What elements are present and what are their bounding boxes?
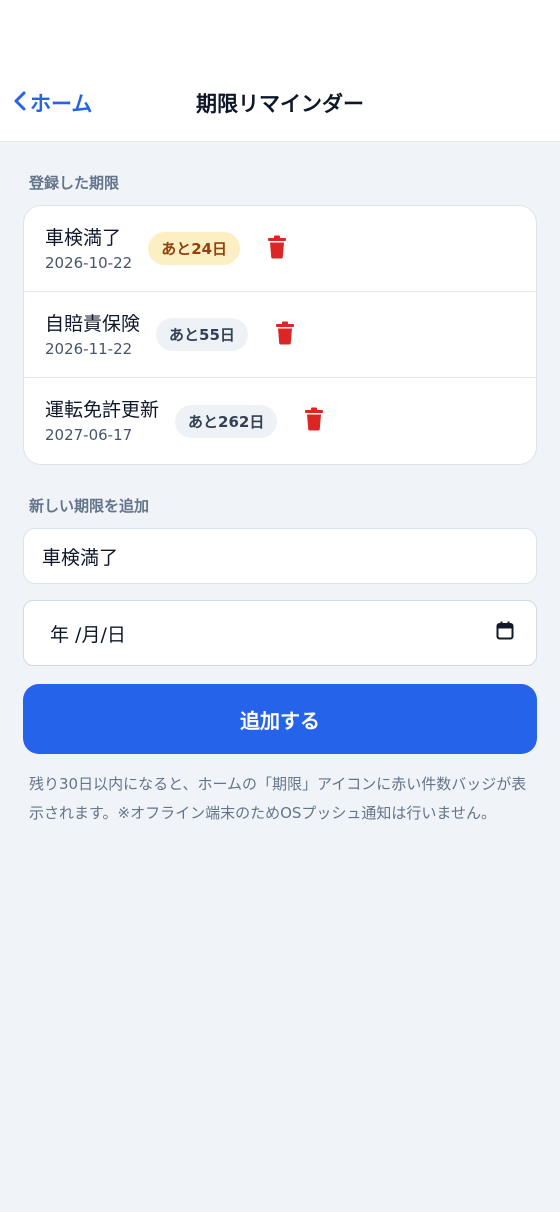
reminder-row: 自賠責保険 2026-11-22 あと55日 xyxy=(24,292,536,378)
reminder-row: 車検満了 2026-10-22 あと24日 xyxy=(24,206,536,292)
trash-icon xyxy=(275,321,295,349)
delete-button[interactable] xyxy=(264,234,290,264)
page-title: 期限リマインダー xyxy=(196,91,364,116)
reminder-list: 車検満了 2026-10-22 あと24日 自賠責保険 2026-11-22 あ… xyxy=(23,205,537,465)
date-input-placeholder: 年 /月/日 xyxy=(50,623,126,646)
status-bar-area xyxy=(0,0,560,64)
reminder-date: 2027-06-17 xyxy=(45,426,133,444)
days-left-badge: あと55日 xyxy=(156,318,248,351)
registered-section-label: 登録した期限 xyxy=(29,174,120,192)
deadline-name-input[interactable]: 車検満了 xyxy=(23,528,537,584)
reminder-name: 車検満了 xyxy=(45,226,122,249)
reminder-name: 運転免許更新 xyxy=(45,399,160,421)
add-deadline-button[interactable]: 追加する xyxy=(23,684,537,754)
deadline-name-value: 車検満了 xyxy=(42,546,119,569)
add-section-label: 新しい期限を追加 xyxy=(29,497,150,515)
trash-icon xyxy=(267,235,287,263)
reminder-date: 2026-11-22 xyxy=(45,339,133,358)
delete-button[interactable] xyxy=(272,320,298,350)
back-button[interactable]: ホーム xyxy=(12,64,92,142)
help-note: 残り30日以内になると、ホームの「期限」アイコンに赤い件数バッジが表示されます。… xyxy=(29,775,527,822)
delete-button[interactable] xyxy=(301,406,327,436)
chevron-left-icon xyxy=(12,90,28,117)
reminder-row: 運転免許更新 2027-06-17 あと262日 xyxy=(24,378,536,464)
back-button-label: ホーム xyxy=(30,92,93,116)
navigation-bar: ホーム 期限リマインダー xyxy=(0,64,560,142)
add-button-label: 追加する xyxy=(240,708,320,733)
days-left-badge: あと262日 xyxy=(175,404,278,438)
main-content: 登録した期限 車検満了 2026-10-22 あと24日 自賠責保険 2026-… xyxy=(0,172,560,828)
reminder-name: 自賠責保険 xyxy=(45,312,141,335)
calendar-icon[interactable] xyxy=(496,621,514,645)
deadline-date-input[interactable]: 年 /月/日 xyxy=(23,600,537,666)
trash-icon xyxy=(304,407,324,435)
reminder-date: 2026-10-22 xyxy=(45,253,133,272)
days-left-badge: あと24日 xyxy=(148,232,241,265)
